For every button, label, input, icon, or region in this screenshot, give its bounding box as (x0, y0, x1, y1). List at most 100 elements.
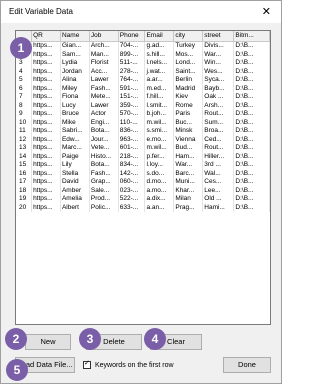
table-cell[interactable]: Sale... (89, 186, 119, 195)
table-cell[interactable]: Mike (60, 118, 90, 127)
table-row[interactable]: 19 https... Amelia Prod... 522-... a.dix... Mi… (16, 195, 270, 204)
table-cell[interactable]: Actor (89, 110, 119, 119)
table-cell[interactable]: Sabri... (60, 127, 90, 136)
table-cell[interactable]: D:\B... (233, 203, 270, 212)
table-cell[interactable]: https... (31, 195, 61, 204)
table-cell[interactable]: D:\B... (233, 41, 270, 51)
table-cell[interactable]: p.fer... (144, 152, 175, 161)
table-cell[interactable]: m.wil... (144, 144, 175, 153)
table-cell[interactable]: s.smi... (144, 127, 175, 136)
table-cell[interactable]: Mos... (173, 50, 204, 59)
table-cell[interactable]: https... (31, 161, 61, 170)
table-cell[interactable]: https... (31, 152, 61, 161)
new-button[interactable]: New (25, 334, 71, 350)
table-cell[interactable]: 359-... (118, 101, 146, 110)
table-cell[interactable]: Amber (60, 186, 90, 195)
table-cell[interactable]: Miley (60, 84, 90, 93)
table-cell[interactable]: Fash... (89, 169, 119, 178)
table-cell[interactable]: Rout... (202, 110, 235, 119)
table-cell[interactable]: Vienna (173, 135, 204, 144)
table-cell[interactable]: Bota... (89, 127, 119, 136)
table-cell[interactable]: 278-... (118, 67, 146, 76)
table-cell[interactable]: https... (31, 76, 61, 85)
table-cell[interactable]: D:\B... (233, 76, 270, 85)
table-cell[interactable]: Grap... (89, 178, 119, 187)
table-cell[interactable]: 218-... (118, 152, 146, 161)
data-grid[interactable]: QRNameJobPhoneEmailcitystreetBitm... 1ht… (15, 30, 271, 325)
table-cell[interactable]: Man... (89, 50, 119, 59)
table-row[interactable]: 14 https... Paige Histo... 218-... p.fer... Ha… (16, 152, 270, 161)
table-cell[interactable]: 836-... (118, 127, 146, 136)
table-cell[interactable]: Wes... (202, 67, 235, 76)
table-cell[interactable]: l.smit... (144, 101, 175, 110)
table-cell[interactable]: Ces... (202, 178, 235, 187)
table-cell[interactable]: 511-... (118, 59, 146, 68)
table-cell[interactable]: D:\B... (233, 186, 270, 195)
table-cell[interactable]: a.an... (144, 203, 175, 212)
table-row[interactable]: 18 https... Amber Sale... 023-... a.mo... Khar… (16, 186, 270, 195)
table-cell[interactable]: Marc... (60, 144, 90, 153)
table-cell[interactable]: Florist (89, 59, 119, 68)
table-cell[interactable]: e.mo... (144, 135, 175, 144)
table-cell[interactable]: D:\B... (233, 93, 270, 102)
table-cell[interactable]: Sum... (202, 118, 235, 127)
table-cell[interactable]: D:\B... (233, 195, 270, 204)
table-cell[interactable]: D:\B... (233, 127, 270, 136)
table-cell[interactable]: https... (31, 101, 61, 110)
table-row[interactable]: 13 https... Marc... Vete... 601-... m.wil... B… (16, 144, 270, 153)
table-cell[interactable]: s.do... (144, 169, 175, 178)
table-row[interactable]: 8 https... Lucy Lawer 359-... l.smit... Rome Ar… (16, 101, 270, 110)
table-cell[interactable]: Hiller... (202, 152, 235, 161)
table-cell[interactable]: Berlin (173, 76, 204, 85)
table-cell[interactable]: Prod... (89, 195, 119, 204)
table-cell[interactable]: David (60, 178, 90, 187)
table-cell[interactable]: Acc... (89, 67, 119, 76)
table-cell[interactable]: Arch... (89, 41, 119, 51)
table-cell[interactable]: D:\B... (233, 144, 270, 153)
table-cell[interactable]: Ced... (202, 135, 235, 144)
table-cell[interactable]: D:\B... (233, 110, 270, 119)
table-cell[interactable]: 963-... (118, 135, 146, 144)
table-row[interactable]: 9 https... Bruce Actor 570-... b.joh... Paris R… (16, 110, 270, 119)
table-cell[interactable]: https... (31, 178, 61, 187)
column-header[interactable]: QR (31, 31, 61, 42)
table-cell[interactable]: l.nels... (144, 59, 175, 68)
table-cell[interactable]: l.loy... (144, 161, 175, 170)
table-row[interactable]: 3 https... Lydia Florist 511-... l.nels... Lon… (16, 59, 270, 68)
table-cell[interactable]: Bota... (89, 161, 119, 170)
column-header[interactable]: Job (89, 31, 119, 42)
table-cell[interactable]: Divis... (202, 41, 235, 51)
table-cell[interactable]: Rout... (202, 144, 235, 153)
table-cell[interactable]: Bayb... (202, 84, 235, 93)
table-cell[interactable]: Broa... (202, 127, 235, 136)
table-row[interactable]: 1https...Gian...Arch...704-...g.ad...Tur… (16, 41, 270, 51)
table-row[interactable]: 6 https... Miley Fash... 591-... m.ed... Madri… (16, 84, 270, 93)
table-cell[interactable]: https... (31, 127, 61, 136)
table-cell[interactable]: Madrid (173, 84, 204, 93)
table-cell[interactable]: Alina (60, 76, 90, 85)
table-cell[interactable]: D:\B... (233, 178, 270, 187)
table-cell[interactable]: m.wil... (144, 118, 175, 127)
table-cell[interactable]: 764-... (118, 76, 146, 85)
table-cell[interactable]: Lond... (173, 59, 204, 68)
table-cell[interactable]: 570-... (118, 110, 146, 119)
table-cell[interactable]: s.hill... (144, 50, 175, 59)
table-cell[interactable]: Minsk (173, 127, 204, 136)
table-cell[interactable]: D:\B... (233, 50, 270, 59)
column-header[interactable]: Name (60, 31, 90, 42)
table-cell[interactable]: D:\B... (233, 135, 270, 144)
table-cell[interactable]: Prag... (173, 203, 204, 212)
table-cell[interactable]: Kiev (173, 93, 204, 102)
table-cell[interactable]: Syca... (202, 76, 235, 85)
table-cell[interactable]: https... (31, 84, 61, 93)
table-cell[interactable]: D:\B... (233, 161, 270, 170)
table-cell[interactable]: War... (202, 50, 235, 59)
table-row[interactable]: 4 https... Jordan Acc... 278-... j.wat... Sain… (16, 67, 270, 76)
table-cell[interactable]: m.ed... (144, 84, 175, 93)
table-row[interactable]: 16 https... Stella Fash... 142-... s.do... Bar… (16, 169, 270, 178)
table-cell[interactable]: 060-... (118, 178, 146, 187)
table-cell[interactable]: https... (31, 169, 61, 178)
table-cell[interactable]: Fash... (89, 84, 119, 93)
table-cell[interactable]: d.mo... (144, 178, 175, 187)
table-cell[interactable]: https... (31, 135, 61, 144)
